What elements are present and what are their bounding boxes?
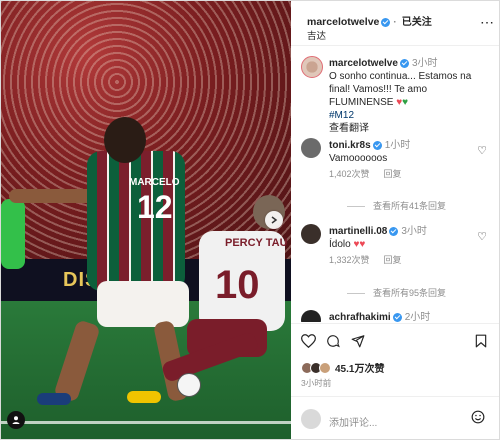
view-replies-link[interactable]: 查看所有41条回复: [347, 199, 446, 212]
next-photo-button[interactable]: [265, 211, 283, 229]
post-actions: 45.1万次赞 3小时前 添加评论...: [291, 323, 499, 440]
comment-body: achrafhakimi 2小时: [329, 311, 485, 322]
location-link[interactable]: 吉达: [307, 28, 326, 42]
red-heart-icon: ♥: [359, 239, 366, 250]
tagged-users-button[interactable]: [7, 411, 25, 429]
add-comment-bar: 添加评论...: [291, 396, 499, 441]
instagram-post-modal: DIS MARCELO 12 PERCY TAU 10 marcelotwelv: [0, 0, 500, 440]
emoji-icon[interactable]: [471, 410, 485, 424]
player2-name: PERCY TAU: [225, 237, 288, 249]
caption-body: marcelotwelve 3小时 O sonho continua... Est…: [329, 57, 485, 135]
chevron-right-icon: [271, 216, 278, 224]
comment-username[interactable]: achrafhakimi: [329, 312, 391, 322]
post-photo[interactable]: DIS MARCELO 12 PERCY TAU 10: [1, 1, 291, 439]
view-replies-link[interactable]: 查看所有95条回复: [347, 286, 446, 299]
comment-username[interactable]: toni.kr8s: [329, 140, 371, 151]
verified-badge-icon: [399, 58, 409, 68]
comment: toni.kr8s 1小时 Vamoooooos 1,402次赞 回复 ♡: [301, 138, 491, 179]
separator-dot: ·: [390, 16, 400, 28]
hashtag-link[interactable]: #M12: [329, 110, 354, 121]
player1-boot: [37, 393, 71, 405]
comment-input[interactable]: 添加评论...: [329, 414, 377, 429]
comment-text: Ídolo: [329, 239, 351, 250]
football: [177, 373, 201, 397]
comment-likes[interactable]: 1,402次赞: [329, 169, 370, 179]
post-timestamp: 3小时前: [301, 378, 332, 388]
comment-username[interactable]: martinelli.08: [329, 226, 387, 237]
caption-time: 3小时: [411, 58, 438, 69]
comment-text: Vamoooooos: [329, 153, 388, 164]
author-line: marcelotwelve · 已关注: [307, 13, 432, 28]
verified-badge-icon: [389, 226, 399, 236]
user-icon: [12, 416, 20, 424]
comments-list[interactable]: marcelotwelve 3小时 O sonho continua... Est…: [291, 46, 499, 322]
player1-arm: [9, 189, 99, 203]
avatar: [301, 409, 321, 429]
green-heart-icon: ♥: [402, 97, 409, 108]
more-options-icon[interactable]: ⋯: [480, 14, 494, 31]
comment: martinelli.08 3小时 Ídolo ♥♥ 1,332次赞 回复 ♡: [301, 224, 491, 265]
caption-username[interactable]: marcelotwelve: [329, 58, 398, 69]
comment-icon[interactable]: [326, 334, 340, 348]
player1-head: [104, 117, 146, 163]
share-icon[interactable]: [351, 334, 365, 348]
verified-badge-icon: [392, 312, 402, 322]
comment-meta: 1,402次赞 回复: [329, 168, 485, 181]
player1-name: MARCELO: [129, 177, 180, 188]
avatar[interactable]: [301, 138, 321, 158]
comment-body: toni.kr8s 1小时 Vamoooooos 1,402次赞 回复: [329, 139, 485, 181]
reply-button[interactable]: 回复: [384, 255, 402, 265]
comment-body: martinelli.08 3小时 Ídolo ♥♥ 1,332次赞 回复: [329, 225, 485, 267]
comment-time: 2小时: [404, 312, 431, 322]
pitch-line: [1, 421, 291, 424]
save-bookmark-icon[interactable]: [475, 334, 487, 348]
comment-likes[interactable]: 1,332次赞: [329, 255, 370, 265]
avatar[interactable]: [301, 224, 321, 244]
following-button[interactable]: 已关注: [402, 17, 432, 28]
likes-summary[interactable]: 45.1万次赞: [301, 360, 384, 375]
avatar[interactable]: [301, 56, 323, 78]
comment-meta: 1,332次赞 回复: [329, 254, 485, 267]
heart-outline-icon[interactable]: ♡: [477, 144, 487, 157]
player1-number: 12: [137, 189, 173, 225]
likes-count[interactable]: 45.1万次赞: [335, 360, 384, 375]
comment-time: 3小时: [401, 226, 427, 237]
reply-button[interactable]: 回复: [384, 169, 402, 179]
verified-badge-icon: [372, 140, 382, 150]
player2-number: 10: [215, 263, 260, 307]
heart-outline-icon[interactable]: ♡: [477, 230, 487, 243]
translate-link[interactable]: 查看翻译: [329, 123, 369, 134]
avatar: [319, 361, 331, 374]
player1-shorts: [97, 281, 189, 327]
avatar[interactable]: [301, 310, 321, 322]
post-sidebar: marcelotwelve · 已关注 吉达 ⋯ marcelotwelve 3小…: [291, 1, 499, 439]
player2-boot: [127, 391, 161, 403]
author-username[interactable]: marcelotwelve: [307, 16, 379, 28]
comment-time: 1小时: [384, 140, 411, 151]
heart-icon[interactable]: [301, 334, 316, 348]
post-header: marcelotwelve · 已关注 吉达 ⋯: [291, 1, 499, 46]
goalkeeper: [1, 199, 25, 269]
